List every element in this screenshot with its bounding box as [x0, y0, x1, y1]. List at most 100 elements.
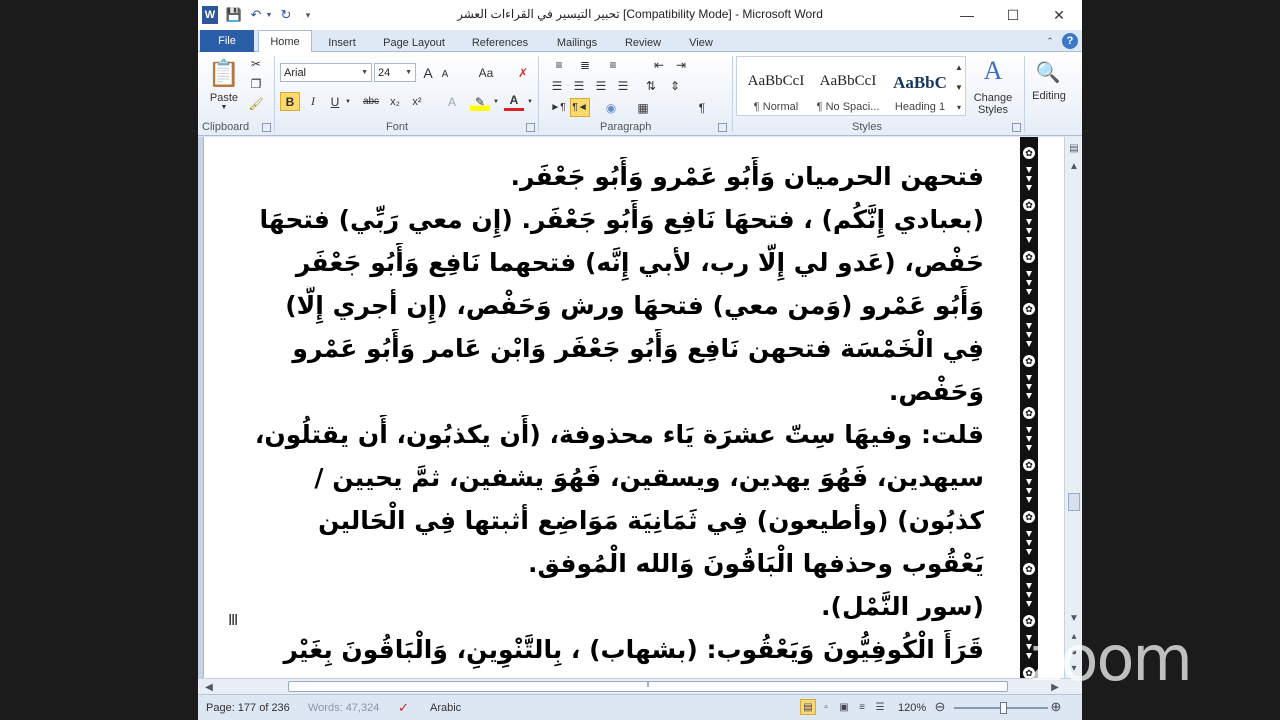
change-styles-icon[interactable]: A [978, 56, 1008, 86]
tab-home[interactable]: Home [258, 30, 312, 53]
text-line[interactable]: فِي الْخَمْسَة فتحهن نَافِع وَأَبُو جَعْ… [224, 329, 984, 372]
redo-icon[interactable]: ↻ [278, 6, 294, 24]
increase-indent-icon[interactable]: ⇥ [672, 56, 690, 74]
text-line[interactable]: سيهدين، فَهُوَ يهدين، ويسقين، فَهُوَ يشف… [224, 458, 984, 501]
word-count[interactable]: Words: 47,324 [308, 700, 379, 716]
underline-dropdown-icon[interactable]: ▼ [344, 98, 352, 106]
font-color-dropdown-icon[interactable]: ▼ [526, 98, 534, 106]
ltr-paragraph-icon[interactable]: ►¶ [548, 98, 568, 117]
text-line[interactable]: كذبُون) (وأطيعون) فِي ثَمَانِيَة مَوَاضِ… [224, 501, 984, 544]
align-center-icon[interactable]: ☰ [570, 78, 588, 94]
tab-file[interactable]: File [200, 30, 254, 52]
customize-qat-icon[interactable]: ▾ [302, 6, 314, 24]
language-indicator[interactable]: Arabic [430, 700, 461, 716]
copy-icon[interactable]: ❐ [248, 76, 264, 92]
justify-icon[interactable]: ☰ [614, 78, 632, 94]
outline-view-icon[interactable]: ≡ [854, 699, 870, 715]
undo-icon[interactable]: ↶ [248, 6, 264, 24]
align-left-icon[interactable]: ☰ [548, 78, 566, 94]
style-normal[interactable]: AaBbCcI ¶ Normal [741, 63, 811, 119]
zoom-out-icon[interactable]: ⊖ [932, 699, 948, 715]
scroll-left-icon[interactable]: ◀ [202, 680, 216, 694]
paragraph-launcher-icon[interactable] [718, 123, 727, 132]
scroll-up-icon[interactable]: ▲ [1067, 159, 1081, 173]
zoom-slider-handle[interactable] [1000, 702, 1007, 714]
zoom-level[interactable]: 120% [898, 700, 926, 716]
document-page[interactable]: فتحهن الحرميان وَأَبُو عَمْرو وَأَبُو جَ… [204, 137, 1064, 678]
sort-icon[interactable]: ⇅ [640, 78, 662, 94]
numbering-icon[interactable]: ≣ [574, 56, 596, 74]
tab-page-layout[interactable]: Page Layout [376, 33, 452, 52]
highlight-color-icon[interactable]: ✎ [470, 92, 490, 111]
horizontal-scroll-thumb[interactable]: ‖ [288, 681, 1008, 692]
text-line[interactable]: قَرَأَ الْكُوفِيُّونَ وَيَعْقُوب: (بشهاب… [224, 630, 984, 673]
paste-button[interactable]: Paste [204, 92, 244, 104]
text-effects-icon[interactable]: A [442, 92, 462, 111]
minimize-button[interactable]: — [944, 0, 990, 30]
align-right-icon[interactable]: ☰ [592, 78, 610, 94]
paste-icon[interactable]: 📋 [208, 56, 240, 90]
underline-button[interactable]: U [326, 92, 344, 111]
zoom-slider[interactable] [954, 702, 1048, 714]
print-layout-view-icon[interactable]: ▤ [800, 699, 816, 715]
styles-more-icon[interactable]: ▾ [953, 99, 965, 115]
font-name-combo[interactable]: Arial ▼ [280, 63, 372, 82]
page-count[interactable]: Page: 177 of 236 [206, 700, 290, 716]
paste-dropdown-icon[interactable]: ▼ [218, 104, 230, 111]
collapse-ribbon-icon[interactable]: ⌃ [1042, 33, 1058, 49]
format-painter-icon[interactable]: 🖌 [248, 96, 264, 112]
binoculars-icon[interactable]: 🔍 [1034, 58, 1062, 86]
full-screen-reading-icon[interactable]: ▫ [818, 699, 834, 715]
web-layout-icon[interactable]: ▣ [836, 699, 852, 715]
change-case-button[interactable]: Aa [474, 64, 498, 82]
zoom-in-icon[interactable]: ⊕ [1048, 699, 1064, 715]
tab-mailings[interactable]: Mailings [548, 33, 606, 52]
styles-scroll-up-icon[interactable]: ▲ [953, 59, 965, 75]
style-heading-1[interactable]: AaBbC Heading 1 [885, 63, 955, 119]
help-icon[interactable]: ? [1062, 33, 1078, 49]
save-icon[interactable]: 💾 [226, 6, 242, 24]
draft-view-icon[interactable]: ☰ [872, 699, 888, 715]
text-line[interactable]: يَعْقُوب وحذفها الْبَاقُونَ وَالله الْمُ… [224, 544, 984, 587]
tab-review[interactable]: Review [618, 33, 668, 52]
maximize-button[interactable]: ☐ [990, 0, 1036, 30]
cut-icon[interactable]: ✂ [248, 56, 264, 72]
font-launcher-icon[interactable] [526, 123, 535, 132]
style-no-spacing[interactable]: AaBbCcI ¶ No Spaci... [813, 63, 883, 119]
shading-icon[interactable]: ◉ [600, 98, 622, 117]
show-hide-button[interactable]: ¶ [692, 98, 712, 117]
superscript-button[interactable]: x² [408, 92, 426, 111]
text-line[interactable]: وَحَفْص. [224, 372, 984, 415]
strikethrough-button[interactable]: abc [360, 92, 382, 111]
undo-dropdown-icon[interactable]: ▼ [264, 6, 274, 24]
proofing-icon[interactable]: ✓ [398, 700, 409, 716]
tab-insert[interactable]: Insert [316, 33, 368, 52]
close-button[interactable]: ✕ [1036, 0, 1082, 30]
font-size-combo[interactable]: 24 ▼ [374, 63, 416, 82]
text-line[interactable]: قلت: وفيهَا سِتّ عشرَة يَاء محذوفة، (أَن… [224, 415, 984, 458]
subscript-button[interactable]: x₂ [386, 92, 404, 111]
text-line[interactable]: وَأَبُو عَمْرو (وَمن معي) فتحهَا ورش وَح… [224, 286, 984, 329]
grow-font-button[interactable]: A [420, 64, 436, 82]
borders-icon[interactable]: ▦ [632, 98, 654, 117]
clear-formatting-icon[interactable]: ✗ [514, 64, 532, 82]
rtl-paragraph-icon[interactable]: ¶◄ [570, 98, 590, 117]
editing-button[interactable]: Editing [1024, 90, 1074, 102]
bullets-icon[interactable]: ≡ [548, 56, 570, 74]
bold-button[interactable]: B [280, 92, 300, 111]
line-spacing-icon[interactable]: ⇕ [664, 78, 686, 94]
view-ruler-icon[interactable]: ▤ [1067, 141, 1081, 155]
styles-launcher-icon[interactable] [1012, 123, 1021, 132]
shrink-font-button[interactable]: A [438, 66, 452, 82]
text-line[interactable]: فتحهن الحرميان وَأَبُو عَمْرو وَأَبُو جَ… [224, 157, 985, 200]
text-line[interactable]: حَفْص، (عَدو لي إِلَّا رب، لأبي إِنَّه) … [224, 243, 984, 286]
text-line[interactable]: (بعبادي إِنَّكُم) ، فتحهَا نَافِع وَأَبُ… [224, 200, 984, 243]
vertical-scrollbar[interactable]: ▤ ▲ ▼ ▴ ● ▾ [1064, 137, 1082, 678]
highlight-dropdown-icon[interactable]: ▼ [492, 98, 500, 106]
clipboard-launcher-icon[interactable] [262, 123, 271, 132]
tab-view[interactable]: View [678, 33, 724, 52]
decrease-indent-icon[interactable]: ⇤ [650, 56, 668, 74]
font-color-icon[interactable]: A [504, 92, 524, 111]
italic-button[interactable]: I [304, 92, 322, 111]
change-styles-button[interactable]: Change Styles [968, 92, 1018, 116]
